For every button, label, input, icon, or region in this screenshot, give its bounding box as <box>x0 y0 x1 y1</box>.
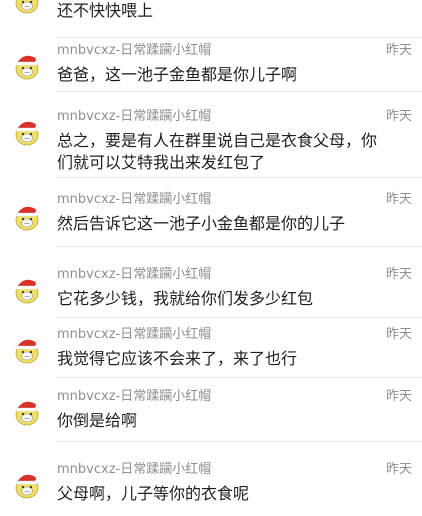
comment-feed: 还不快快喂上 mnbvcxz-日常蹂躏小红帽 昨天 爸爸，这一池子金鱼都是你儿子… <box>0 0 422 516</box>
comment-username[interactable]: mnbvcxz-日常蹂躏小红帽 <box>57 43 211 58</box>
comment-text: 它花多少钱，我就给你们发多少红包 <box>57 289 314 308</box>
comment-item[interactable]: mnbvcxz-日常蹂躏小红帽 昨天 你倒是给啊 <box>0 384 422 442</box>
comment-username[interactable]: mnbvcxz-日常蹂躏小红帽 <box>57 109 211 124</box>
santa-hat-avatar-icon[interactable] <box>12 469 42 499</box>
comment-text: 父母啊，儿子等你的衣食呢 <box>57 484 250 503</box>
comment-time: 昨天 <box>385 327 412 342</box>
comment-item[interactable]: mnbvcxz-日常蹂躏小红帽 昨天 总之，要是有人在群里说自己是衣食父母，你们… <box>0 104 422 178</box>
santa-hat-avatar-icon[interactable] <box>12 274 42 304</box>
comment-text: 然后告诉它这一池子小金鱼都是你的儿子 <box>57 214 346 233</box>
comment-item[interactable]: 还不快快喂上 <box>0 0 422 38</box>
divider <box>56 317 422 318</box>
comment-time: 昨天 <box>385 389 412 404</box>
comment-item[interactable]: mnbvcxz-日常蹂躏小红帽 昨天 然后告诉它这一池子小金鱼都是你的儿子 <box>0 187 422 247</box>
comment-item[interactable]: mnbvcxz-日常蹂躏小红帽 昨天 它花多少钱，我就给你们发多少红包 <box>0 262 422 318</box>
comment-text: 爸爸，这一池子金鱼都是你儿子啊 <box>57 65 298 84</box>
comment-username[interactable]: mnbvcxz-日常蹂躏小红帽 <box>57 267 211 282</box>
comment-text: 我觉得它应该不会来了，来了也行 <box>57 349 298 368</box>
comment-time: 昨天 <box>385 462 412 477</box>
divider <box>56 441 422 442</box>
comment-username[interactable]: mnbvcxz-日常蹂躏小红帽 <box>57 389 211 404</box>
comment-item[interactable]: mnbvcxz-日常蹂躏小红帽 昨天 父母啊，儿子等你的衣食呢 <box>0 457 422 516</box>
santa-hat-avatar-icon[interactable] <box>12 201 42 231</box>
santa-hat-avatar-icon[interactable] <box>12 334 42 364</box>
santa-hat-avatar-icon[interactable] <box>12 396 42 426</box>
comment-username[interactable]: mnbvcxz-日常蹂躏小红帽 <box>57 462 211 477</box>
santa-hat-avatar-icon[interactable] <box>12 116 42 146</box>
santa-hat-avatar-icon[interactable] <box>12 0 42 14</box>
comment-text: 还不快快喂上 <box>57 1 154 20</box>
comment-username[interactable]: mnbvcxz-日常蹂躏小红帽 <box>57 327 211 342</box>
divider <box>56 246 422 247</box>
divider <box>56 377 422 378</box>
comment-time: 昨天 <box>385 192 412 207</box>
divider <box>56 177 422 178</box>
comment-username[interactable]: mnbvcxz-日常蹂躏小红帽 <box>57 192 211 207</box>
comment-item[interactable]: mnbvcxz-日常蹂躏小红帽 昨天 爸爸，这一池子金鱼都是你儿子啊 <box>0 38 422 92</box>
comment-time: 昨天 <box>385 267 412 282</box>
santa-hat-avatar-icon[interactable] <box>12 50 42 80</box>
comment-text: 你倒是给啊 <box>57 411 138 430</box>
comment-item[interactable]: mnbvcxz-日常蹂躏小红帽 昨天 我觉得它应该不会来了，来了也行 <box>0 322 422 378</box>
comment-time: 昨天 <box>385 109 412 124</box>
comment-time: 昨天 <box>385 43 412 58</box>
comment-text: 总之，要是有人在群里说自己是衣食父母，你们就可以艾特我出来发红包了 <box>57 131 378 172</box>
divider <box>56 91 422 92</box>
